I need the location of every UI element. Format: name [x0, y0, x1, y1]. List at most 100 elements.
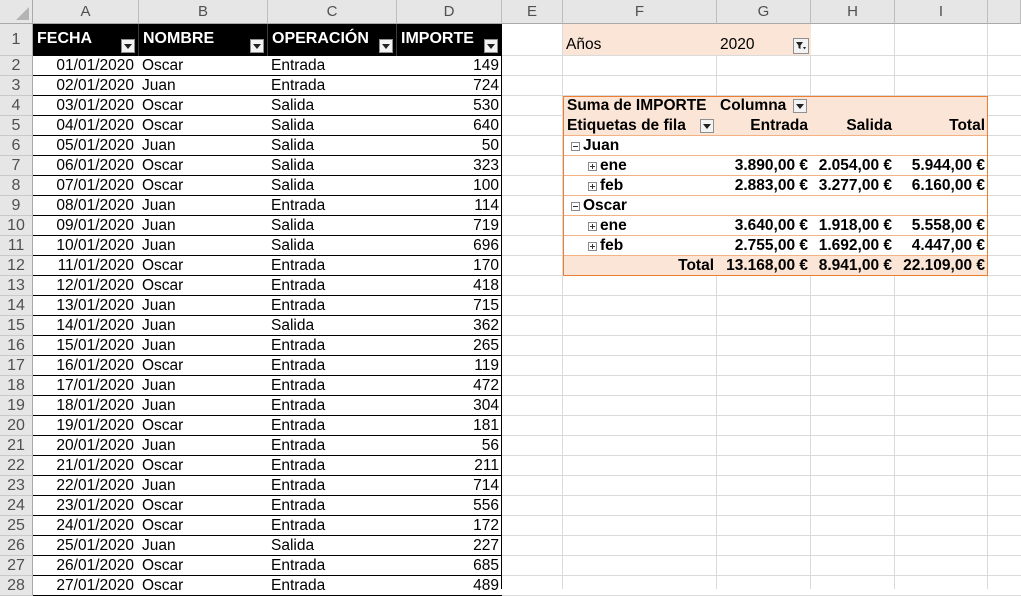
row-header-7[interactable]: 7	[0, 156, 33, 176]
name-cell[interactable]: Oscar	[139, 156, 268, 176]
date-cell[interactable]: 20/01/2020	[33, 436, 139, 456]
name-cell[interactable]: Juan	[139, 376, 268, 396]
operation-cell[interactable]: Entrada	[268, 576, 397, 596]
table-filter-dropdown-button[interactable]	[379, 39, 393, 53]
row-header-26[interactable]: 26	[0, 536, 33, 556]
column-header-j[interactable]	[988, 0, 1021, 24]
operation-cell[interactable]: Entrada	[268, 496, 397, 516]
date-cell[interactable]: 14/01/2020	[33, 316, 139, 336]
column-header-g[interactable]: G	[717, 0, 811, 24]
name-cell[interactable]: Oscar	[139, 96, 268, 116]
amount-cell[interactable]: 50	[397, 136, 502, 156]
date-cell[interactable]: 18/01/2020	[33, 396, 139, 416]
operation-cell[interactable]: Salida	[268, 156, 397, 176]
pivot-value-cell[interactable]: 1.692,00 €	[811, 236, 895, 256]
amount-cell[interactable]: 418	[397, 276, 502, 296]
date-cell[interactable]: 16/01/2020	[33, 356, 139, 376]
pivot-value-cell[interactable]: 2.054,00 €	[811, 156, 895, 176]
amount-cell[interactable]: 100	[397, 176, 502, 196]
row-header-5[interactable]: 5	[0, 116, 33, 136]
column-header-i[interactable]: I	[895, 0, 988, 24]
operation-cell[interactable]: Entrada	[268, 336, 397, 356]
name-cell[interactable]: Oscar	[139, 116, 268, 136]
amount-cell[interactable]: 489	[397, 576, 502, 596]
row-header-28[interactable]: 28	[0, 576, 33, 596]
pivot-value-cell[interactable]: 2.883,00 €	[717, 176, 811, 196]
pivot-rows-filter-button[interactable]	[700, 119, 714, 133]
amount-cell[interactable]: 172	[397, 516, 502, 536]
pivot-value-cell[interactable]: 5.944,00 €	[895, 156, 988, 176]
column-header-c[interactable]: C	[268, 0, 397, 24]
row-header-2[interactable]: 2	[0, 56, 33, 76]
pivot-value-cell[interactable]: 1.918,00 €	[811, 216, 895, 236]
table-filter-dropdown-button[interactable]	[250, 39, 264, 53]
pivot-value-cell[interactable]: 6.160,00 €	[895, 176, 988, 196]
operation-cell[interactable]: Entrada	[268, 416, 397, 436]
pivot-grand-total-value[interactable]: 8.941,00 €	[811, 256, 895, 276]
date-cell[interactable]: 05/01/2020	[33, 136, 139, 156]
column-header-e[interactable]: E	[502, 0, 563, 24]
row-header-25[interactable]: 25	[0, 516, 33, 536]
pivot-value-cell[interactable]: 3.890,00 €	[717, 156, 811, 176]
amount-cell[interactable]: 724	[397, 76, 502, 96]
operation-cell[interactable]: Entrada	[268, 356, 397, 376]
row-header-19[interactable]: 19	[0, 396, 33, 416]
operation-cell[interactable]: Entrada	[268, 476, 397, 496]
date-cell[interactable]: 21/01/2020	[33, 456, 139, 476]
pivot-month-label[interactable]: ene	[597, 156, 717, 176]
date-cell[interactable]: 11/01/2020	[33, 256, 139, 276]
date-cell[interactable]: 23/01/2020	[33, 496, 139, 516]
date-cell[interactable]: 10/01/2020	[33, 236, 139, 256]
row-header-20[interactable]: 20	[0, 416, 33, 436]
row-header-14[interactable]: 14	[0, 296, 33, 316]
name-cell[interactable]: Oscar	[139, 176, 268, 196]
row-header-8[interactable]: 8	[0, 176, 33, 196]
operation-cell[interactable]: Salida	[268, 176, 397, 196]
amount-cell[interactable]: 170	[397, 256, 502, 276]
row-header-22[interactable]: 22	[0, 456, 33, 476]
date-cell[interactable]: 26/01/2020	[33, 556, 139, 576]
row-header-12[interactable]: 12	[0, 256, 33, 276]
name-cell[interactable]: Juan	[139, 296, 268, 316]
date-cell[interactable]: 22/01/2020	[33, 476, 139, 496]
operation-cell[interactable]: Entrada	[268, 436, 397, 456]
name-cell[interactable]: Juan	[139, 536, 268, 556]
collapse-icon[interactable]	[571, 142, 580, 151]
name-cell[interactable]: Juan	[139, 316, 268, 336]
operation-cell[interactable]: Entrada	[268, 196, 397, 216]
operation-cell[interactable]: Salida	[268, 96, 397, 116]
amount-cell[interactable]: 719	[397, 216, 502, 236]
name-cell[interactable]: Juan	[139, 336, 268, 356]
amount-cell[interactable]: 304	[397, 396, 502, 416]
row-header-10[interactable]: 10	[0, 216, 33, 236]
date-cell[interactable]: 12/01/2020	[33, 276, 139, 296]
row-header-21[interactable]: 21	[0, 436, 33, 456]
name-cell[interactable]: Juan	[139, 396, 268, 416]
name-cell[interactable]: Juan	[139, 436, 268, 456]
name-cell[interactable]: Oscar	[139, 356, 268, 376]
pivot-value-cell[interactable]: 3.640,00 €	[717, 216, 811, 236]
operation-cell[interactable]: Entrada	[268, 76, 397, 96]
operation-cell[interactable]: Entrada	[268, 256, 397, 276]
operation-cell[interactable]: Salida	[268, 236, 397, 256]
operation-cell[interactable]: Entrada	[268, 296, 397, 316]
operation-cell[interactable]: Salida	[268, 136, 397, 156]
row-header-1[interactable]: 1	[0, 24, 33, 56]
row-header-17[interactable]: 17	[0, 356, 33, 376]
amount-cell[interactable]: 323	[397, 156, 502, 176]
amount-cell[interactable]: 530	[397, 96, 502, 116]
date-cell[interactable]: 17/01/2020	[33, 376, 139, 396]
row-header-3[interactable]: 3	[0, 76, 33, 96]
date-cell[interactable]: 09/01/2020	[33, 216, 139, 236]
row-header-11[interactable]: 11	[0, 236, 33, 256]
column-header-d[interactable]: D	[397, 0, 502, 24]
name-cell[interactable]: Juan	[139, 236, 268, 256]
pivot-value-cell[interactable]: 5.558,00 €	[895, 216, 988, 236]
amount-cell[interactable]: 715	[397, 296, 502, 316]
operation-cell[interactable]: Entrada	[268, 376, 397, 396]
amount-cell[interactable]: 472	[397, 376, 502, 396]
date-cell[interactable]: 19/01/2020	[33, 416, 139, 436]
collapse-icon[interactable]	[571, 202, 580, 211]
amount-cell[interactable]: 640	[397, 116, 502, 136]
row-header-13[interactable]: 13	[0, 276, 33, 296]
